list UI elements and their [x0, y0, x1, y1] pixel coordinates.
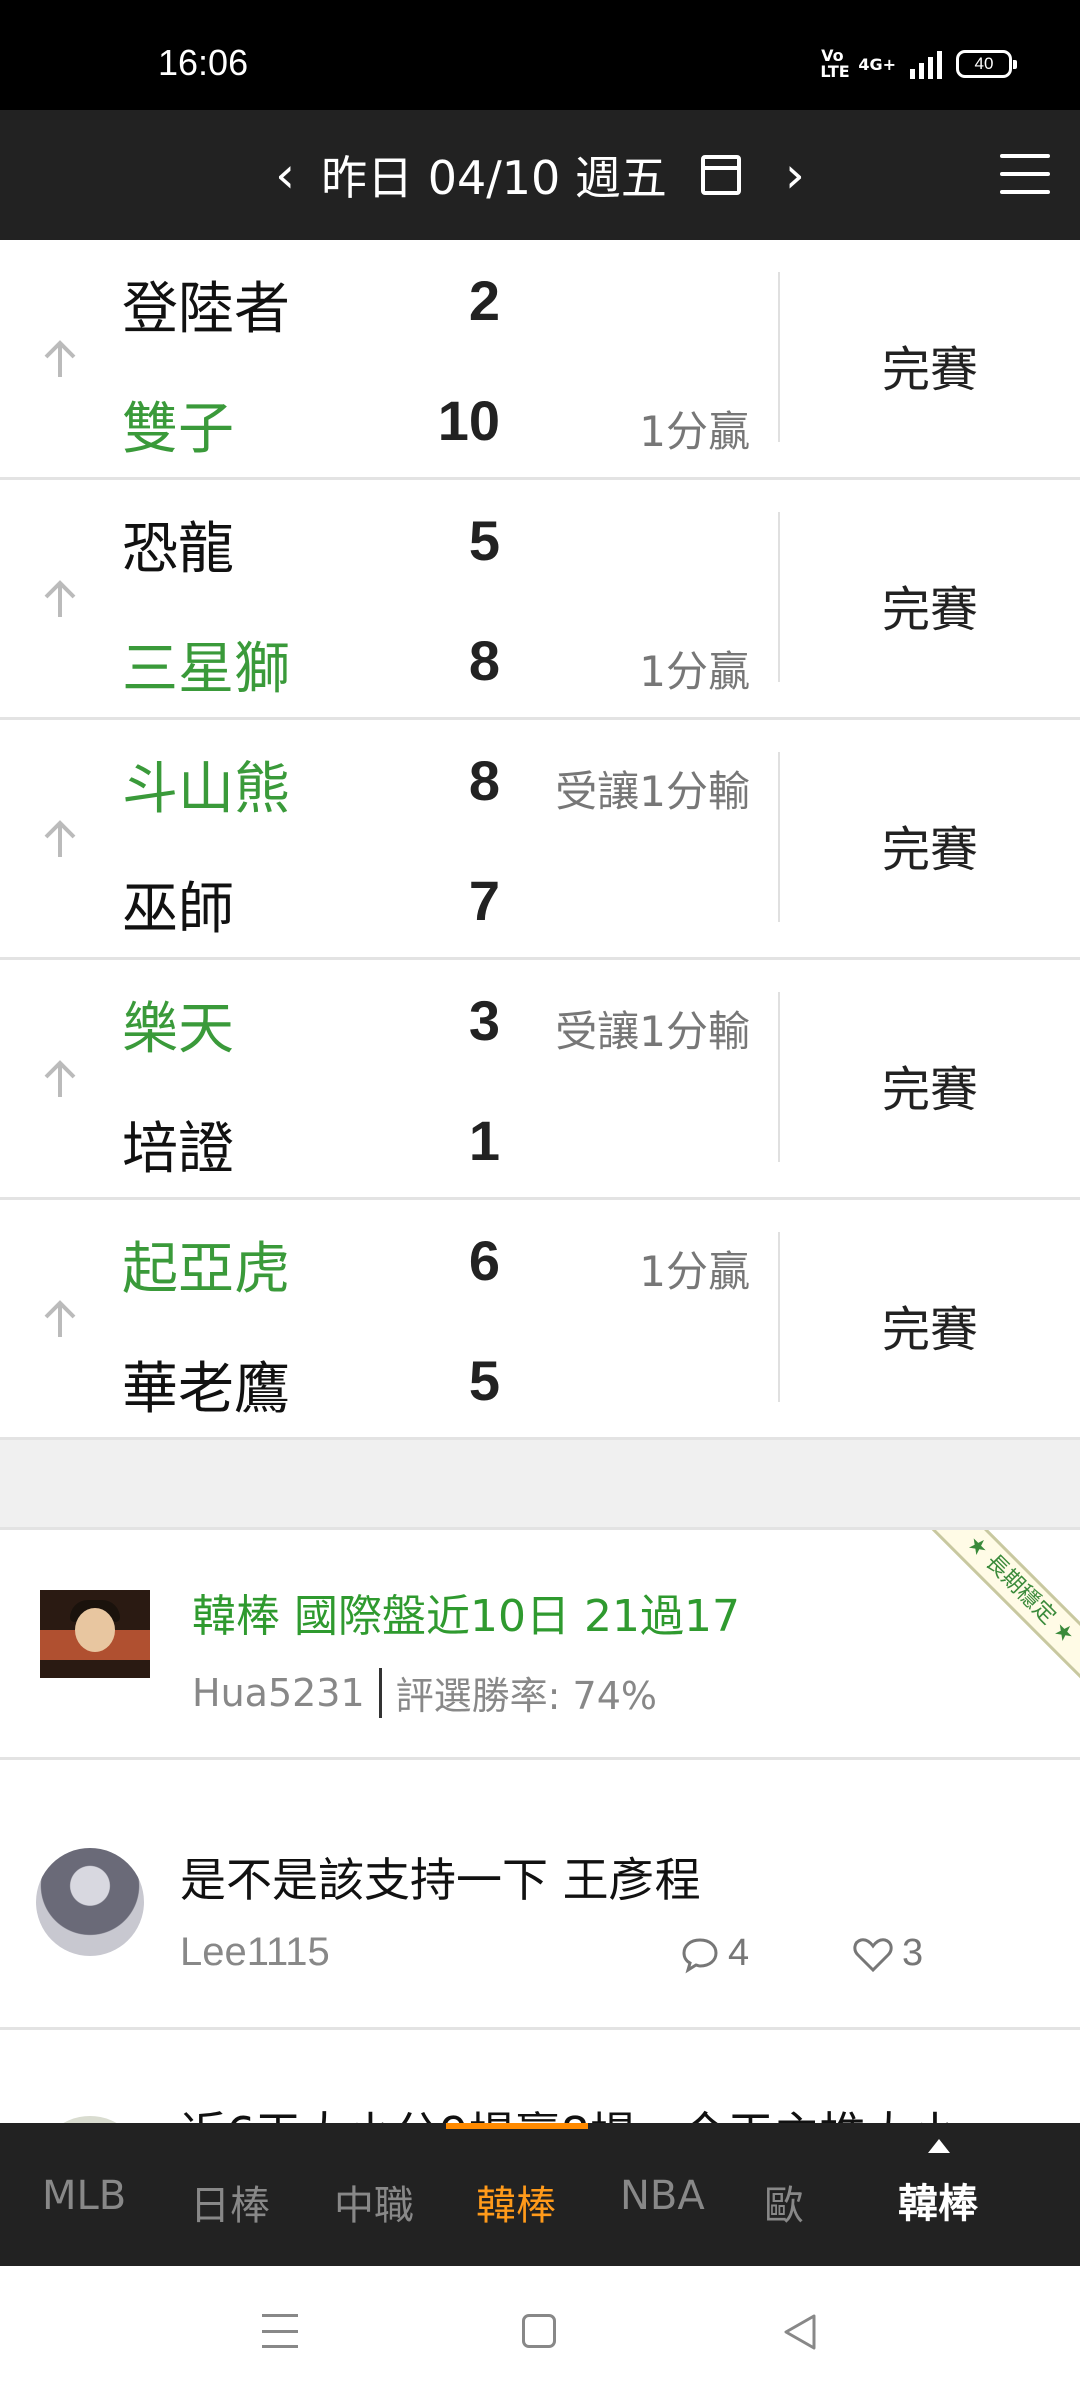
recent-apps-icon[interactable]: [262, 2314, 298, 2348]
calendar-icon[interactable]: [700, 155, 741, 195]
game-row[interactable]: 樂天 3 受讓1分輸 培證 1 完賽: [0, 960, 1080, 1200]
menu-icon[interactable]: [1000, 154, 1050, 194]
active-tab-indicator: [446, 2123, 588, 2129]
game-status: 完賽: [881, 582, 978, 638]
league-tab-bar: MLB 日棒 中職 韓棒 NBA 歐 韓棒: [0, 2123, 1080, 2266]
game-row[interactable]: 斗山熊 8 受讓1分輸 巫師 7 完賽: [0, 720, 1080, 960]
tab-euro[interactable]: 歐: [764, 2173, 804, 2231]
volte-icon: Vo LTE: [820, 46, 850, 81]
prev-day-button[interactable]: ‹: [265, 146, 305, 204]
forum-post[interactable]: 近6天大小分9場贏8場，今天主推大小: [0, 2030, 1080, 2123]
date-header: ‹ 昨日 04/10 週五 ›: [0, 110, 1080, 240]
bet-result: 受讓1分輸: [555, 767, 750, 816]
home-icon[interactable]: [522, 2314, 556, 2348]
arrow-up-icon[interactable]: [36, 1295, 84, 1343]
post-author: Hua5231: [192, 1670, 365, 1715]
post-meta: Hua5231 評選勝率: 74%: [192, 1665, 657, 1720]
post-title: 是不是該支持一下 王彥程: [180, 1853, 701, 1907]
team-name: 雙子: [122, 397, 234, 462]
post-thumbnail: [40, 1590, 150, 1700]
arrow-up-icon[interactable]: [36, 815, 84, 863]
forum-post[interactable]: 是不是該支持一下 王彥程 Lee1115 4 3: [0, 1760, 1080, 2030]
featured-post[interactable]: 韓棒 國際盤近10日 21過17 Hua5231 評選勝率: 74% ★ 長期穩…: [0, 1530, 1080, 1760]
date-label[interactable]: 昨日 04/10 週五: [321, 142, 667, 208]
team-name: 樂天: [122, 997, 234, 1062]
team-score: 3: [468, 989, 500, 1052]
bet-result: 1分贏: [639, 647, 750, 696]
team-name: 巫師: [122, 877, 234, 942]
team-score: 5: [468, 509, 500, 572]
signal-icon: [910, 49, 942, 79]
team-name: 登陸者: [122, 277, 290, 342]
tab-nba[interactable]: NBA: [620, 2173, 705, 2219]
team-score: 10: [437, 389, 500, 452]
status-icons: Vo LTE 4G+ 40: [820, 46, 1017, 81]
team-score: 6: [468, 1229, 500, 1292]
section-spacer: [0, 1440, 1080, 1530]
heart-icon: [853, 1937, 893, 1972]
caret-up-icon[interactable]: [928, 2139, 950, 2153]
avatar: [36, 1848, 144, 1956]
network-type: 4G+: [858, 54, 896, 74]
comment-count-value: 4: [728, 1932, 750, 1974]
game-status: 完賽: [881, 1302, 978, 1358]
game-status: 完賽: [881, 822, 978, 878]
like-count-value: 3: [902, 1932, 924, 1974]
team-score: 2: [468, 269, 500, 332]
team-score: 5: [468, 1349, 500, 1412]
comment-count: 4: [680, 1932, 749, 1975]
post-author: Lee1115: [180, 1930, 330, 1974]
tab-npb[interactable]: 日棒: [190, 2173, 270, 2231]
game-list: 登陸者 2 雙子 10 1分贏 完賽 恐龍 5 三星獅 8 1分贏 完賽 斗山熊…: [0, 240, 1080, 1440]
team-score: 8: [468, 629, 500, 692]
battery-icon: 40: [956, 50, 1017, 78]
comment-icon: [682, 1937, 718, 1973]
game-status: 完賽: [881, 342, 978, 398]
arrow-up-icon[interactable]: [36, 335, 84, 383]
tab-kbo[interactable]: 韓棒: [476, 2173, 556, 2231]
stable-ribbon-badge: ★ 長期穩定 ★: [921, 1530, 1080, 1689]
game-row[interactable]: 恐龍 5 三星獅 8 1分贏 完賽: [0, 480, 1080, 720]
bet-result: 1分贏: [639, 407, 750, 456]
team-name: 起亞虎: [122, 1237, 290, 1302]
team-name: 三星獅: [122, 637, 290, 702]
team-score: 7: [468, 869, 500, 932]
team-score: 1: [468, 1109, 500, 1172]
current-league-selector[interactable]: 韓棒: [898, 2171, 978, 2229]
avatar: [36, 2116, 144, 2123]
post-title: 韓棒 國際盤近10日 21過17: [192, 1591, 740, 1642]
game-row[interactable]: 起亞虎 6 1分贏 華老鷹 5 完賽: [0, 1200, 1080, 1440]
status-time: 16:06: [158, 42, 249, 83]
team-score: 8: [468, 749, 500, 812]
system-nav-bar: [0, 2266, 1080, 2400]
next-day-button[interactable]: ›: [775, 146, 815, 204]
game-row[interactable]: 登陸者 2 雙子 10 1分贏 完賽: [0, 240, 1080, 480]
game-status: 完賽: [881, 1062, 978, 1118]
arrow-up-icon[interactable]: [36, 1055, 84, 1103]
win-rate: 評選勝率: 74%: [395, 1674, 657, 1718]
team-name: 斗山熊: [122, 757, 290, 822]
status-bar: 16:06 Vo LTE 4G+ 40: [0, 0, 1080, 110]
team-name: 華老鷹: [122, 1357, 290, 1422]
like-count: 3: [852, 1932, 923, 1975]
post-title: 近6天大小分9場贏8場，今天主推大小: [180, 2098, 958, 2123]
arrow-up-icon[interactable]: [36, 575, 84, 623]
tab-mlb[interactable]: MLB: [42, 2173, 126, 2219]
team-name: 培證: [122, 1117, 234, 1182]
divider: [378, 1667, 382, 1718]
tab-cpbl[interactable]: 中職: [334, 2173, 414, 2231]
bet-result: 1分贏: [639, 1247, 750, 1296]
bet-result: 受讓1分輸: [555, 1007, 750, 1056]
back-icon[interactable]: [780, 2310, 820, 2354]
team-name: 恐龍: [122, 517, 234, 582]
